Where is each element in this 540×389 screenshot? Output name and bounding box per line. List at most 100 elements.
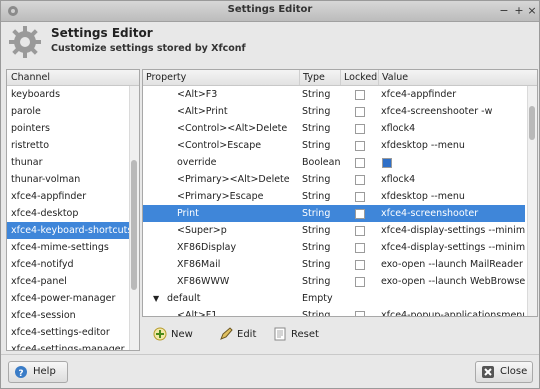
channel-item[interactable]: thunar-volman <box>7 171 129 188</box>
property-type: String <box>302 225 331 236</box>
property-value: xflock4 <box>381 174 416 185</box>
locked-checkbox[interactable] <box>355 158 365 168</box>
property-value: exo-open --launch WebBrowser <box>381 276 525 287</box>
property-row[interactable]: XF86Display String xfce4-display-settings … <box>143 239 525 256</box>
dialog-header: Settings Editor Customize settings store… <box>1 22 539 64</box>
property-name: Print <box>177 208 199 219</box>
channel-item[interactable]: keyboards <box>7 86 129 103</box>
property-row[interactable]: <Primary>Escape String xfdesktop --menu <box>143 188 525 205</box>
property-type: String <box>302 123 331 134</box>
channel-item[interactable]: xfce4-power-manager <box>7 290 129 307</box>
channel-item[interactable]: pointers <box>7 120 129 137</box>
property-column-header[interactable]: Property <box>143 70 298 85</box>
property-value: xfce4-screenshooter <box>381 208 479 219</box>
locked-checkbox[interactable] <box>355 192 365 202</box>
gear-icon <box>9 26 41 58</box>
locked-checkbox[interactable] <box>355 260 365 270</box>
channel-item[interactable]: xfce4-settings-manager <box>7 341 129 350</box>
header-subtitle: Customize settings stored by Xfconf <box>51 43 246 54</box>
channel-item[interactable]: thunar <box>7 154 129 171</box>
property-row[interactable]: <Primary><Alt>Delete String xflock4 <box>143 171 525 188</box>
property-scrollbar-thumb[interactable] <box>529 106 535 140</box>
channel-item[interactable]: ristretto <box>7 137 129 154</box>
property-type: Boolean <box>302 157 340 168</box>
minimize-icon: − <box>499 4 509 17</box>
channel-item[interactable]: xfce4-keyboard-shortcuts <box>7 222 129 239</box>
property-type: String <box>302 140 331 151</box>
pencil-icon <box>220 327 233 340</box>
locked-checkbox[interactable] <box>355 175 365 185</box>
property-table-panel: Property Type Locked Value <Alt>F3 String… <box>142 69 538 317</box>
close-window-button[interactable]: × <box>525 4 539 18</box>
property-name: <Super>p <box>177 225 227 236</box>
property-name: default <box>167 293 201 304</box>
channel-item[interactable]: parole <box>7 103 129 120</box>
property-row[interactable]: <Alt>Print String xfce4-screenshooter -w <box>143 103 525 120</box>
value-checkbox[interactable] <box>382 158 392 168</box>
property-value: xfdesktop --menu <box>381 191 465 202</box>
property-type: String <box>302 208 331 219</box>
channel-scrollbar[interactable] <box>129 86 139 350</box>
locked-checkbox[interactable] <box>355 124 365 134</box>
channel-item[interactable]: xfce4-panel <box>7 273 129 290</box>
channel-item[interactable]: xfce4-session <box>7 307 129 324</box>
property-row[interactable]: Print String xfce4-screenshooter <box>143 205 525 222</box>
property-name: XF86Mail <box>177 259 221 270</box>
locked-checkbox[interactable] <box>355 311 365 316</box>
property-row[interactable]: override Boolean <box>143 154 525 171</box>
settings-editor-window: Settings Editor − + × Settings Editor Cu… <box>0 0 540 389</box>
title-bar[interactable]: Settings Editor − + × <box>1 1 539 22</box>
locked-checkbox[interactable] <box>355 141 365 151</box>
reset-button[interactable]: Reset <box>273 325 319 345</box>
type-column-header[interactable]: Type <box>299 70 339 85</box>
maximize-button[interactable]: + <box>512 4 526 18</box>
locked-checkbox[interactable] <box>355 277 365 287</box>
property-value: xfce4-popup-applicationsmenu <box>381 310 525 317</box>
locked-column-header[interactable]: Locked <box>340 70 379 85</box>
svg-text:?: ? <box>18 369 23 379</box>
header-title: Settings Editor <box>51 26 153 40</box>
help-button[interactable]: ? Help <box>8 361 68 383</box>
property-name: XF86Display <box>177 242 237 253</box>
channel-column-header[interactable]: Channel <box>7 70 139 86</box>
locked-checkbox[interactable] <box>355 226 365 236</box>
edit-button[interactable]: Edit <box>219 325 256 345</box>
property-row[interactable]: XF86WWW String exo-open --launch WebBrowse… <box>143 273 525 290</box>
property-row[interactable]: <Super>p String xfce4-display-settings --m… <box>143 222 525 239</box>
channel-item[interactable]: xfce4-mime-settings <box>7 239 129 256</box>
locked-checkbox[interactable] <box>355 90 365 100</box>
close-button[interactable]: Close <box>475 361 533 383</box>
new-button[interactable]: New <box>153 325 193 345</box>
property-name: <Primary><Alt>Delete <box>177 174 290 185</box>
property-name: <Alt>Print <box>177 106 228 117</box>
property-row[interactable]: ▼ default Empty <box>143 290 525 307</box>
property-type: Empty <box>302 293 333 304</box>
channel-item[interactable]: xfce4-notifyd <box>7 256 129 273</box>
value-column-header[interactable]: Value <box>378 70 532 85</box>
property-type: String <box>302 310 331 317</box>
minimize-button[interactable]: − <box>497 4 511 18</box>
property-row[interactable]: <Control><Alt>Delete String xflock4 <box>143 120 525 137</box>
locked-checkbox[interactable] <box>355 243 365 253</box>
channel-list: keyboards parole pointers ristretto thunar th… <box>7 86 129 350</box>
channel-scrollbar-thumb[interactable] <box>131 160 137 290</box>
reset-label: Reset <box>291 329 319 340</box>
property-type: String <box>302 174 331 185</box>
property-table-header: Property Type Locked Value <box>143 70 537 86</box>
expander-down-icon[interactable]: ▼ <box>153 290 159 307</box>
property-row[interactable]: XF86Mail String exo-open --launch MailRead… <box>143 256 525 273</box>
channel-header-label: Channel <box>11 72 51 83</box>
channel-item[interactable]: xfce4-desktop <box>7 205 129 222</box>
maximize-icon: + <box>514 4 524 17</box>
property-name: <Alt>F1 <box>177 310 218 317</box>
property-row[interactable]: <Control>Escape String xfdesktop --menu <box>143 137 525 154</box>
property-row[interactable]: <Alt>F1 String xfce4-popup-applicationsmen… <box>143 307 525 317</box>
locked-checkbox[interactable] <box>355 107 365 117</box>
channel-item[interactable]: xfce4-settings-editor <box>7 324 129 341</box>
locked-checkbox[interactable] <box>355 209 365 219</box>
property-value: xfce4-display-settings --minimal <box>381 242 525 253</box>
new-label: New <box>171 329 193 340</box>
property-row[interactable]: <Alt>F3 String xfce4-appfinder <box>143 86 525 103</box>
channel-item[interactable]: xfce4-appfinder <box>7 188 129 205</box>
property-scrollbar[interactable] <box>527 86 537 316</box>
